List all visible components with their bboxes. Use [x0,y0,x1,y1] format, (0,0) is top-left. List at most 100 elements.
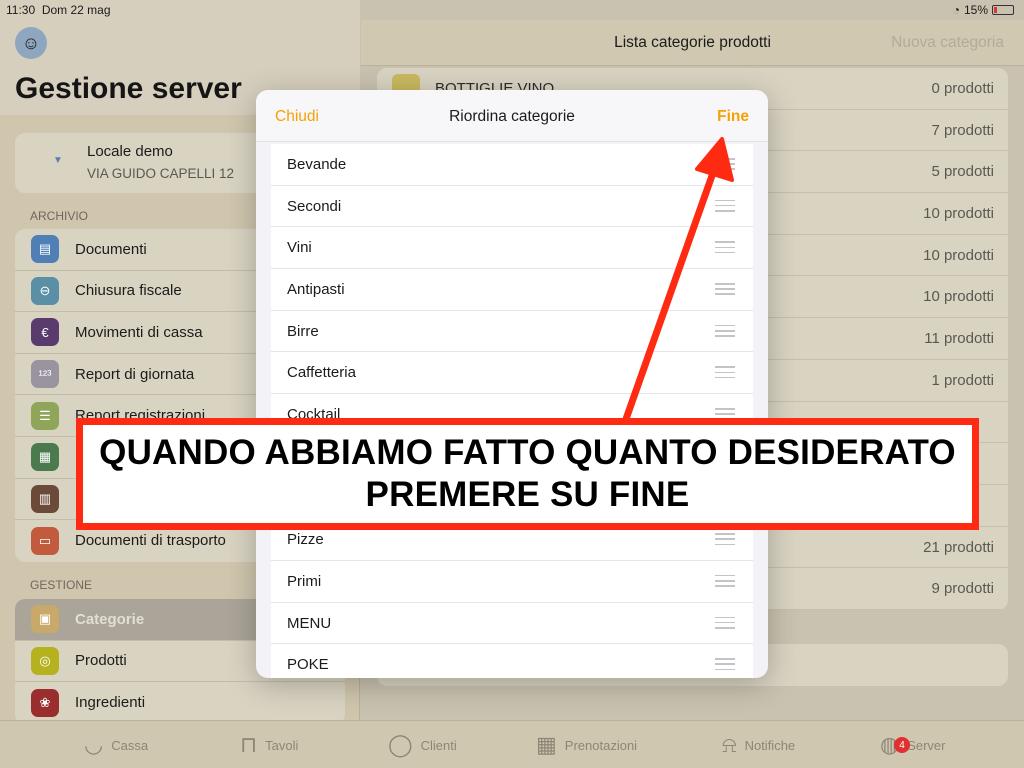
section-label-gestione: GESTIONE [30,578,93,592]
reorder-list: Bevande Secondi Vini Antipasti Birre Caffette… [271,144,753,678]
drag-handle-icon[interactable] [715,533,735,546]
tab-prenotazioni[interactable]: ▦ Prenotazioni [536,721,637,768]
category-label: Bevande [287,156,347,173]
category-label: Pizze [287,531,324,549]
sidebar-item-label: Documenti di trasporto [75,532,226,550]
location-pin-icon: ▼ [53,155,63,166]
category-label: MENU [287,614,332,632]
reorder-row[interactable]: MENU [271,603,753,645]
sidebar-item-label: Movimenti di cassa [75,323,203,341]
calendar-icon: ▦ [536,732,557,757]
annotation-line-2: PREMERE SU FINE [365,475,690,514]
tab-tavoli[interactable]: ⊓ Tavoli [240,721,298,768]
product-count: 21 prodotti [923,538,994,556]
sidebar-item-label: Documenti [75,240,147,258]
product-count: 5 prodotti [931,163,994,181]
tab-label: Tavoli [265,737,299,753]
folder-icon: ▤ [31,235,59,264]
modal-title: Riordina categorie [449,108,575,125]
drag-handle-icon[interactable] [715,283,735,296]
venue-name: Locale demo [87,143,173,160]
done-button[interactable]: Fine [717,108,749,126]
reorder-row[interactable]: Birre [271,311,753,353]
category-label: Antipasti [287,281,345,299]
reorder-row[interactable]: Caffetteria [271,352,753,395]
list-icon: ☰ [31,401,59,430]
sidebar-item[interactable]: ❀ Ingredienti [15,682,345,724]
reorder-row[interactable]: Vini [271,227,753,270]
basket-icon: ◡ [84,732,104,757]
register-icon: ▦ [31,443,59,472]
drag-handle-icon[interactable] [715,574,735,587]
tab-notifiche[interactable]: ⍾ Notifiche [722,721,795,768]
status-time-date: 11:30 Dom 22 mag [6,3,111,17]
product-count: 9 prodotti [931,580,994,598]
drag-handle-icon[interactable] [715,241,735,254]
notification-badge: 4 [894,737,910,753]
category-label: Birre [287,322,319,340]
reorder-row[interactable]: POKE [271,644,753,678]
sidebar-item-label: Report di giornata [75,365,195,383]
sidebar-item-label: Chiusura fiscale [75,282,182,300]
bell-icon: ⍾ [722,732,737,757]
euro-icon: € [31,318,59,347]
sidebar-item-label: Categorie [75,610,145,628]
venue-address: VIA GUIDO CAPELLI 12 [87,166,235,181]
drag-handle-icon[interactable] [715,366,735,379]
annotation-callout: QUANDO ABBIAMO FATTO QUANTO DESIDERATO P… [76,418,979,530]
wifi-icon: ◔ [952,3,960,17]
tab-bar: ◡ Cassa ⊓ Tavoli ◯ Clienti ▦ Prenotazioni ⍾ Notif… [0,720,1024,768]
status-bar: 11:30 Dom 22 mag ◔ 15% [0,0,1024,20]
truck-icon: ▭ [31,526,59,555]
product-count: 10 prodotti [923,246,994,264]
numbers-icon: ¹²³ [31,360,59,389]
category-label: POKE [287,656,329,674]
category-label: Secondi [287,197,342,215]
circles-icon: ❀ [31,688,59,717]
sidebar-item-label: Ingredienti [75,694,146,712]
tab-cassa[interactable]: ◡ Cassa [84,721,148,768]
reorder-row[interactable]: Primi [271,561,753,603]
tab-label: Clienti [420,737,457,753]
modal-header: Chiudi Riordina categorie Fine [256,90,768,142]
product-count: 0 prodotti [931,80,994,97]
section-label-archivio: ARCHIVIO [30,209,89,223]
minus-circle-icon: ⊖ [31,276,59,305]
reorder-row[interactable]: Antipasti [271,269,753,311]
main-header: Lista categorie prodotti Nuova categoria [361,20,1024,66]
category-label: Primi [287,572,322,590]
tab-clienti[interactable]: ◯ Clienti [388,721,457,768]
page-title: Gestione server [15,72,242,105]
product-count: 10 prodotti [923,288,994,306]
category-label: Vini [287,239,312,257]
drag-handle-icon[interactable] [715,158,735,170]
category-label: Caffetteria [287,364,356,382]
drag-handle-icon[interactable] [715,324,735,337]
reorder-row[interactable]: Bevande [271,144,753,186]
table-icon: ⊓ [240,732,258,757]
reorder-categories-modal: Chiudi Riordina categorie Fine Bevande Se… [256,90,768,678]
tab-label: Notifiche [744,737,796,753]
drag-handle-icon[interactable] [715,616,735,629]
squares-icon: ▣ [31,605,59,634]
new-category-button[interactable]: Nuova categoria [891,34,1004,52]
tab-server[interactable]: ◍ 4 Server [880,721,946,768]
battery-icon [992,5,1014,15]
avatar[interactable]: ☺ [15,27,47,59]
battery-percent: 15% [963,3,988,17]
product-count: 10 prodotti [923,205,994,223]
drag-handle-icon[interactable] [715,658,735,671]
tab-label: Prenotazioni [564,737,638,753]
reorder-row[interactable]: Secondi [271,186,753,228]
tab-label: Server [907,737,946,753]
chef-avatar-icon: ☺ [21,32,41,53]
product-count: 7 prodotti [931,121,994,139]
status-right: ◔ 15% [953,3,1014,17]
globe-icon: ◍ 4 [880,732,910,758]
receipt-icon: ▥ [31,484,59,513]
drag-handle-icon[interactable] [715,199,735,212]
ring-icon: ◎ [31,646,59,675]
person-icon: ◯ [388,732,413,757]
sidebar-item-label: Prodotti [75,652,127,670]
product-count: 1 prodotti [931,371,994,389]
